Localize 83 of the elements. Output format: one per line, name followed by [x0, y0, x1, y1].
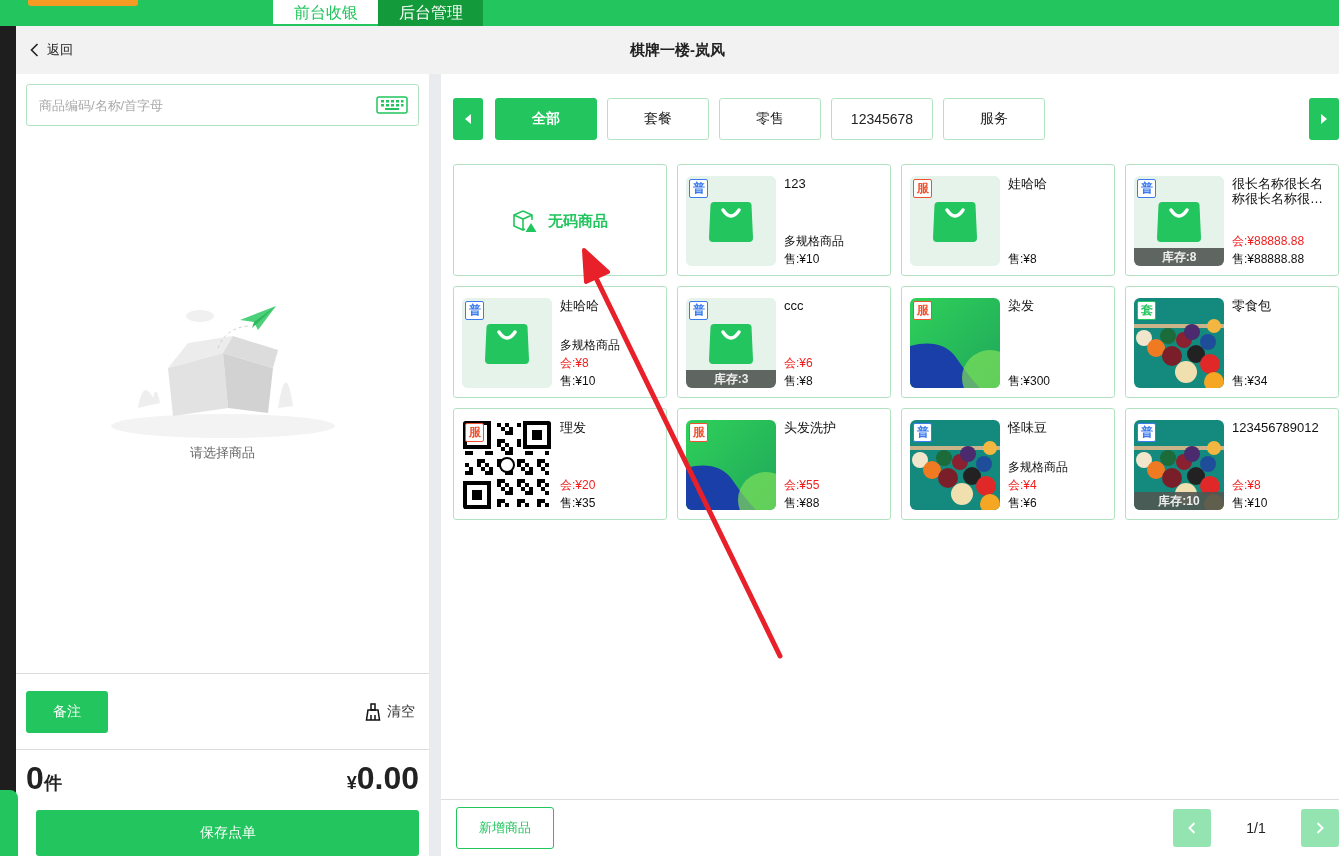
chevron-right-icon	[1316, 822, 1324, 834]
sale-price: 售:¥10	[784, 252, 821, 266]
empty-message: 请选择商品	[190, 443, 255, 462]
product-name: ccc	[784, 298, 805, 313]
product-type-tag: 普	[1137, 423, 1156, 442]
product-type-tag: 普	[689, 301, 708, 320]
scroll-left-button[interactable]	[453, 98, 483, 140]
member-price: 会:¥4	[1008, 478, 1038, 492]
sale-price: 售:¥6	[1008, 496, 1038, 510]
member-price: 会:¥6	[784, 356, 814, 370]
product-card[interactable]: 普 娃哈哈 多规格商品 会:¥8 售:¥10	[453, 286, 667, 398]
back-button[interactable]: 返回	[30, 41, 73, 59]
page-title: 棋牌一楼-岚风	[630, 40, 725, 60]
keyboard-icon[interactable]	[376, 96, 408, 114]
triangle-left-icon	[465, 114, 471, 124]
spec-label: 多规格商品	[560, 338, 621, 352]
product-card[interactable]: 普 库存:10 123456789012 会:¥8 售:¥10	[1125, 408, 1339, 520]
product-name: 头发洗护	[784, 420, 837, 435]
product-name: 很长名称很长名称很长名称很…	[1232, 176, 1324, 206]
product-type-tag: 普	[913, 423, 932, 442]
sale-price: 售:¥88	[784, 496, 821, 510]
member-price: 会:¥55	[784, 478, 821, 492]
product-type-tag: 服	[465, 423, 484, 442]
promo-badge[interactable]	[28, 0, 138, 6]
product-card[interactable]: 普 怪味豆 多规格商品 会:¥4 售:¥6	[901, 408, 1115, 520]
product-type-tag: 服	[913, 301, 932, 320]
product-type-tag: 普	[1137, 179, 1156, 198]
product-type-tag: 套	[1137, 301, 1156, 320]
triangle-right-icon	[1321, 114, 1327, 124]
category-tab[interactable]: 服务	[943, 98, 1045, 140]
product-type-tag: 服	[913, 179, 932, 198]
product-name: 零食包	[1232, 298, 1272, 313]
spec-label: 多规格商品	[784, 234, 845, 248]
product-name: 123	[784, 176, 807, 191]
chevron-left-icon	[1188, 822, 1196, 834]
stock-label: 库存:10	[1134, 492, 1224, 510]
product-name: 123456789012	[1232, 420, 1320, 435]
product-name: 娃哈哈	[560, 298, 600, 313]
nav-tab[interactable]: 后台管理	[378, 0, 483, 26]
chevron-left-icon	[30, 43, 39, 57]
page-indicator: 1/1	[1245, 820, 1267, 836]
product-type-tag: 普	[689, 179, 708, 198]
clear-button[interactable]: 清空	[365, 702, 415, 721]
item-count: 0件	[26, 760, 62, 797]
product-type-tag: 服	[689, 423, 708, 442]
product-card[interactable]: 服 染发 售:¥300	[901, 286, 1115, 398]
product-name: 娃哈哈	[1008, 176, 1048, 191]
product-card[interactable]: 普 库存:3 ccc 会:¥6 售:¥8	[677, 286, 891, 398]
broom-icon	[365, 702, 381, 721]
category-tab[interactable]: 12345678	[831, 98, 933, 140]
sale-price: 售:¥8	[784, 374, 814, 388]
product-card[interactable]: 服 娃哈哈 售:¥8	[901, 164, 1115, 276]
product-name: 无码商品	[548, 211, 608, 231]
product-card[interactable]: 套 零食包 售:¥34	[1125, 286, 1339, 398]
stock-label: 库存:3	[686, 370, 776, 388]
member-price: 会:¥8	[1232, 478, 1262, 492]
product-card[interactable]: 普 123 多规格商品 售:¥10	[677, 164, 891, 276]
sale-price: 售:¥35	[560, 496, 597, 510]
product-name: 怪味豆	[1008, 420, 1048, 435]
stock-label: 库存:8	[1134, 248, 1224, 266]
sale-price: 售:¥10	[560, 374, 597, 388]
member-price: 会:¥8	[560, 356, 590, 370]
scroll-right-button[interactable]	[1309, 98, 1339, 140]
member-price: 会:¥88888.88	[1232, 234, 1306, 248]
box-warning-icon	[512, 209, 538, 233]
spec-label: 多规格商品	[1008, 460, 1069, 474]
side-tab[interactable]	[0, 790, 18, 856]
total-amount: ¥0.00	[346, 760, 419, 797]
search-field[interactable]: 商品编码/名称/首字母	[26, 84, 419, 126]
category-tab[interactable]: 零售	[719, 98, 821, 140]
product-name: 染发	[1008, 298, 1035, 313]
product-card[interactable]: 普 库存:8 很长名称很长名称很长名称很… 会:¥88888.88 售:¥88888.88	[1125, 164, 1339, 276]
product-card[interactable]: 服 理发 会:¥20 售:¥35	[453, 408, 667, 520]
sale-price: 售:¥10	[1232, 496, 1269, 510]
category-tab[interactable]: 套餐	[607, 98, 709, 140]
product-card[interactable]: 服 头发洗护 会:¥55 售:¥88	[677, 408, 891, 520]
sale-price: 售:¥34	[1232, 374, 1269, 388]
sale-price: 售:¥8	[1008, 252, 1038, 266]
sale-price: 售:¥300	[1008, 374, 1052, 388]
product-name: 理发	[560, 420, 587, 435]
product-type-tag: 普	[465, 301, 484, 320]
member-price: 会:¥20	[560, 478, 597, 492]
sale-price: 售:¥88888.88	[1232, 252, 1306, 266]
